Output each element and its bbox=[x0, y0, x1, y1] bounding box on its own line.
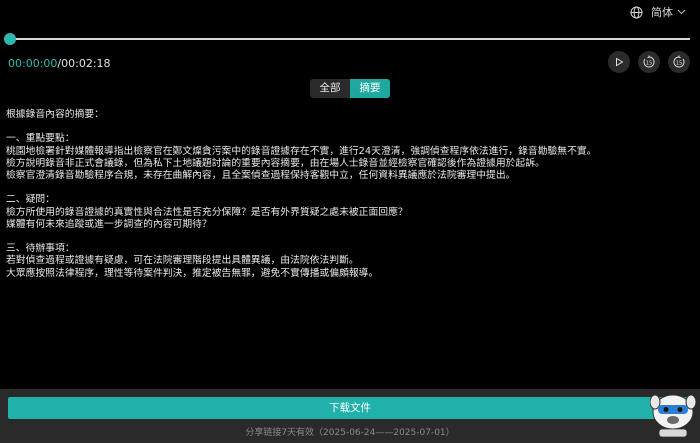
summary-line: 媒體有何未來追蹤或進一步調查的內容可期待？ bbox=[6, 218, 212, 230]
summary-line: 大眾應按照法律程序，理性等待案件判決，推定被告無罪，避免不實傳播或偏頗報導。 bbox=[6, 267, 379, 279]
rewind-15-icon: 15 bbox=[643, 55, 655, 68]
audio-progress-bar[interactable] bbox=[4, 33, 690, 45]
chevron-down-icon bbox=[677, 9, 686, 15]
summary-line: 檢方說明錄音非正式會議錄，但為私下土地議題討論的重要內容摘要，由在場人士錄音並經… bbox=[6, 157, 545, 169]
forward-15-icon: 15 bbox=[673, 55, 685, 68]
svg-text:15: 15 bbox=[676, 61, 682, 67]
current-time: 00:00:00 bbox=[8, 57, 58, 70]
summary-line: 若對偵查過程或證據有疑慮，可在法院審理階段提出具體異議，由法院依法判斷。 bbox=[6, 255, 359, 267]
summary-line: 檢察官澄清錄音勘驗程序合規，未存在曲解內容，且全案偵查過程保持客觀中立，任何資料… bbox=[6, 170, 516, 181]
section-heading: 三、待辦事項： bbox=[6, 243, 75, 255]
svg-text:15: 15 bbox=[646, 61, 652, 67]
mascot-watermark-icon bbox=[650, 394, 696, 438]
download-file-button[interactable]: 下载文件 bbox=[8, 397, 692, 419]
view-tabs: 全部 摘要 bbox=[310, 79, 390, 98]
summary-content: 根據錄音內容的摘要： 一、重點要點： 桃園地檢署針對媒體報導指出檢察官在鄭文燦貪… bbox=[6, 109, 666, 280]
forward-15-button[interactable]: 15 bbox=[668, 51, 690, 73]
footer: 下载文件 分享链接7天有效（2025-06-24——2025-07-01） bbox=[0, 389, 700, 443]
top-bar: 简体 bbox=[0, 0, 700, 26]
player-controls: 15 15 bbox=[608, 51, 690, 73]
language-selector[interactable]: 简体 bbox=[630, 4, 686, 20]
play-button[interactable] bbox=[608, 51, 630, 73]
tab-summary[interactable]: 摘要 bbox=[350, 79, 390, 98]
rewind-15-button[interactable]: 15 bbox=[638, 51, 660, 73]
summary-line: 檢方所使用的錄音證據的真實性與合法性是否充分保障？是否有外界質疑之處未被正面回應… bbox=[6, 206, 408, 218]
play-icon bbox=[616, 57, 624, 67]
time-display: 00:00:00/00:02:18 bbox=[8, 57, 111, 70]
summary-intro: 根據錄音內容的摘要： bbox=[6, 109, 104, 120]
section-heading: 二、疑問： bbox=[6, 194, 55, 206]
language-label: 简体 bbox=[651, 6, 673, 19]
share-link-note: 分享链接7天有效（2025-06-24——2025-07-01） bbox=[245, 428, 455, 438]
summary-line: 桃園地檢署針對媒體報導指出檢察官在鄭文燦貪污案中的錄音證據存在不實，進行24天澄… bbox=[6, 145, 597, 157]
total-time: 00:02:18 bbox=[61, 57, 111, 70]
section-heading: 一、重點要點： bbox=[6, 133, 75, 145]
globe-icon bbox=[630, 6, 643, 18]
tab-all[interactable]: 全部 bbox=[310, 79, 350, 98]
progress-handle[interactable] bbox=[4, 33, 16, 45]
